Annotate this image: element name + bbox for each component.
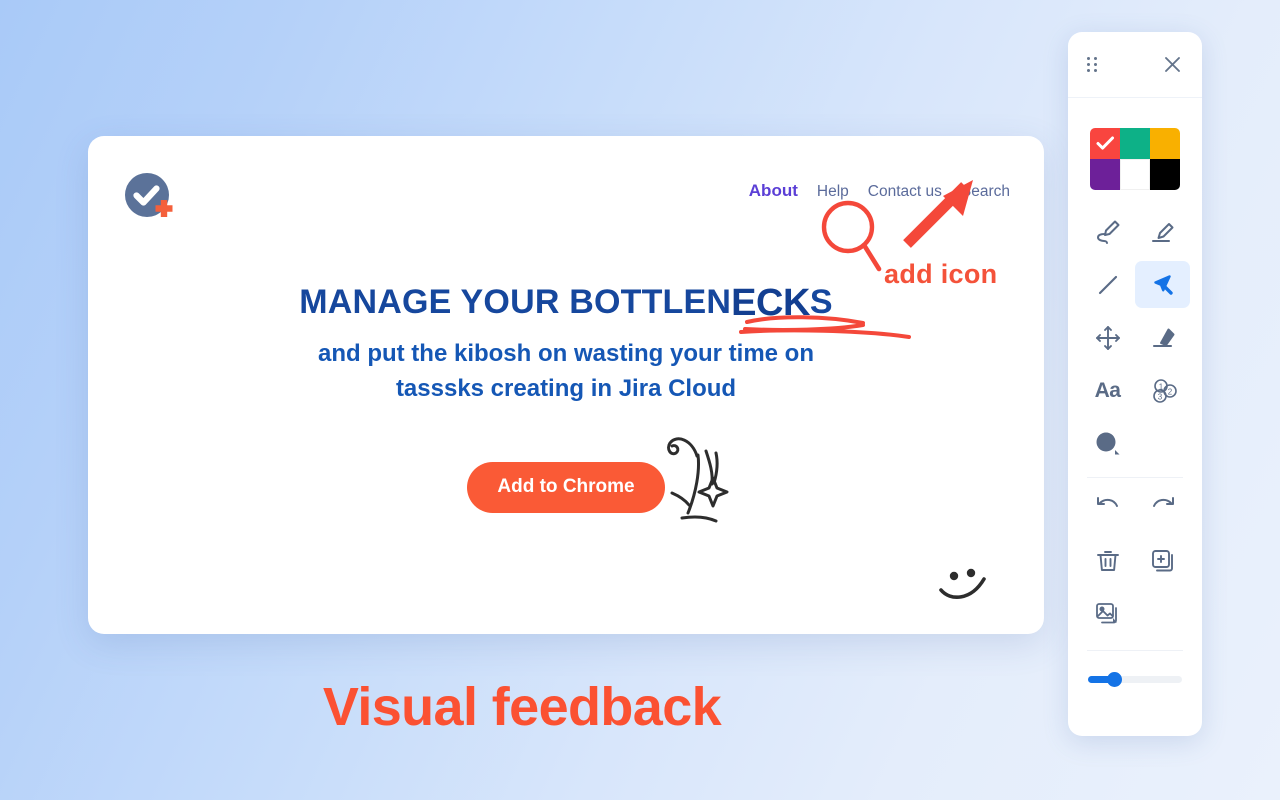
action-grid bbox=[1080, 484, 1190, 637]
subtitle-line-2: tasssks creating in Jira Cloud bbox=[395, 375, 737, 403]
annotation-tool-panel: Aa 1 2 3 bbox=[1068, 32, 1202, 736]
line-tool[interactable] bbox=[1080, 261, 1135, 308]
undo-action[interactable] bbox=[1080, 484, 1135, 531]
add-page-action[interactable] bbox=[1135, 537, 1190, 584]
arrow-doodle bbox=[885, 178, 985, 263]
image-action[interactable] bbox=[1080, 590, 1135, 637]
eraser-tool[interactable] bbox=[1135, 314, 1190, 361]
magnifier-doodle bbox=[818, 200, 888, 280]
pen-tool[interactable] bbox=[1080, 208, 1135, 255]
swatch-white[interactable] bbox=[1120, 159, 1150, 190]
svg-text:1: 1 bbox=[1158, 382, 1163, 391]
thickness-slider[interactable] bbox=[1088, 671, 1182, 687]
color-swatch-grid bbox=[1090, 128, 1180, 190]
swatch-teal[interactable] bbox=[1120, 128, 1150, 159]
text-tool-label: Aa bbox=[1094, 378, 1121, 402]
screenshot-root: About Help Contact us Search MANAGE YOUR… bbox=[0, 0, 1280, 800]
panel-header bbox=[1068, 32, 1202, 98]
redo-action[interactable] bbox=[1135, 484, 1190, 531]
svg-text:3: 3 bbox=[1157, 392, 1162, 401]
text-tool[interactable]: Aa bbox=[1080, 367, 1135, 414]
svg-text:2: 2 bbox=[1167, 387, 1172, 396]
nav-link-help[interactable]: Help bbox=[817, 183, 849, 201]
close-icon[interactable] bbox=[1163, 55, 1182, 74]
scribble-underline-doodle bbox=[735, 312, 915, 349]
delete-action[interactable] bbox=[1080, 537, 1135, 584]
swatch-black[interactable] bbox=[1150, 159, 1180, 190]
logo-icon bbox=[125, 173, 173, 217]
tool-grid: Aa 1 2 3 bbox=[1080, 208, 1190, 467]
panel-divider-2 bbox=[1087, 650, 1183, 651]
move-tool[interactable] bbox=[1080, 314, 1135, 361]
checkmark-plus-logo[interactable] bbox=[123, 171, 187, 229]
cursor-tool[interactable] bbox=[1135, 261, 1190, 308]
caption-visual-feedback: Visual feedback bbox=[322, 677, 722, 737]
panel-divider bbox=[1087, 477, 1183, 478]
smiley-doodle bbox=[933, 561, 1003, 616]
slider-thumb[interactable] bbox=[1106, 672, 1122, 687]
annotation-label: add icon bbox=[884, 259, 998, 289]
swatch-red[interactable] bbox=[1090, 128, 1120, 159]
drag-handle-icon[interactable] bbox=[1087, 56, 1098, 73]
shape-tool[interactable] bbox=[1080, 420, 1135, 467]
cta-area: Add to Chrome bbox=[88, 462, 1044, 513]
swatch-purple[interactable] bbox=[1090, 159, 1120, 190]
burst-doodle bbox=[605, 431, 735, 536]
check-icon bbox=[1096, 136, 1114, 150]
step-number-tool[interactable]: 1 2 3 bbox=[1135, 367, 1190, 414]
swatch-amber[interactable] bbox=[1150, 128, 1180, 159]
headline-prefix: MANAGE YOUR BOTTLEN bbox=[299, 283, 732, 321]
nav-link-about[interactable]: About bbox=[749, 181, 798, 201]
highlighter-tool[interactable] bbox=[1135, 208, 1190, 255]
